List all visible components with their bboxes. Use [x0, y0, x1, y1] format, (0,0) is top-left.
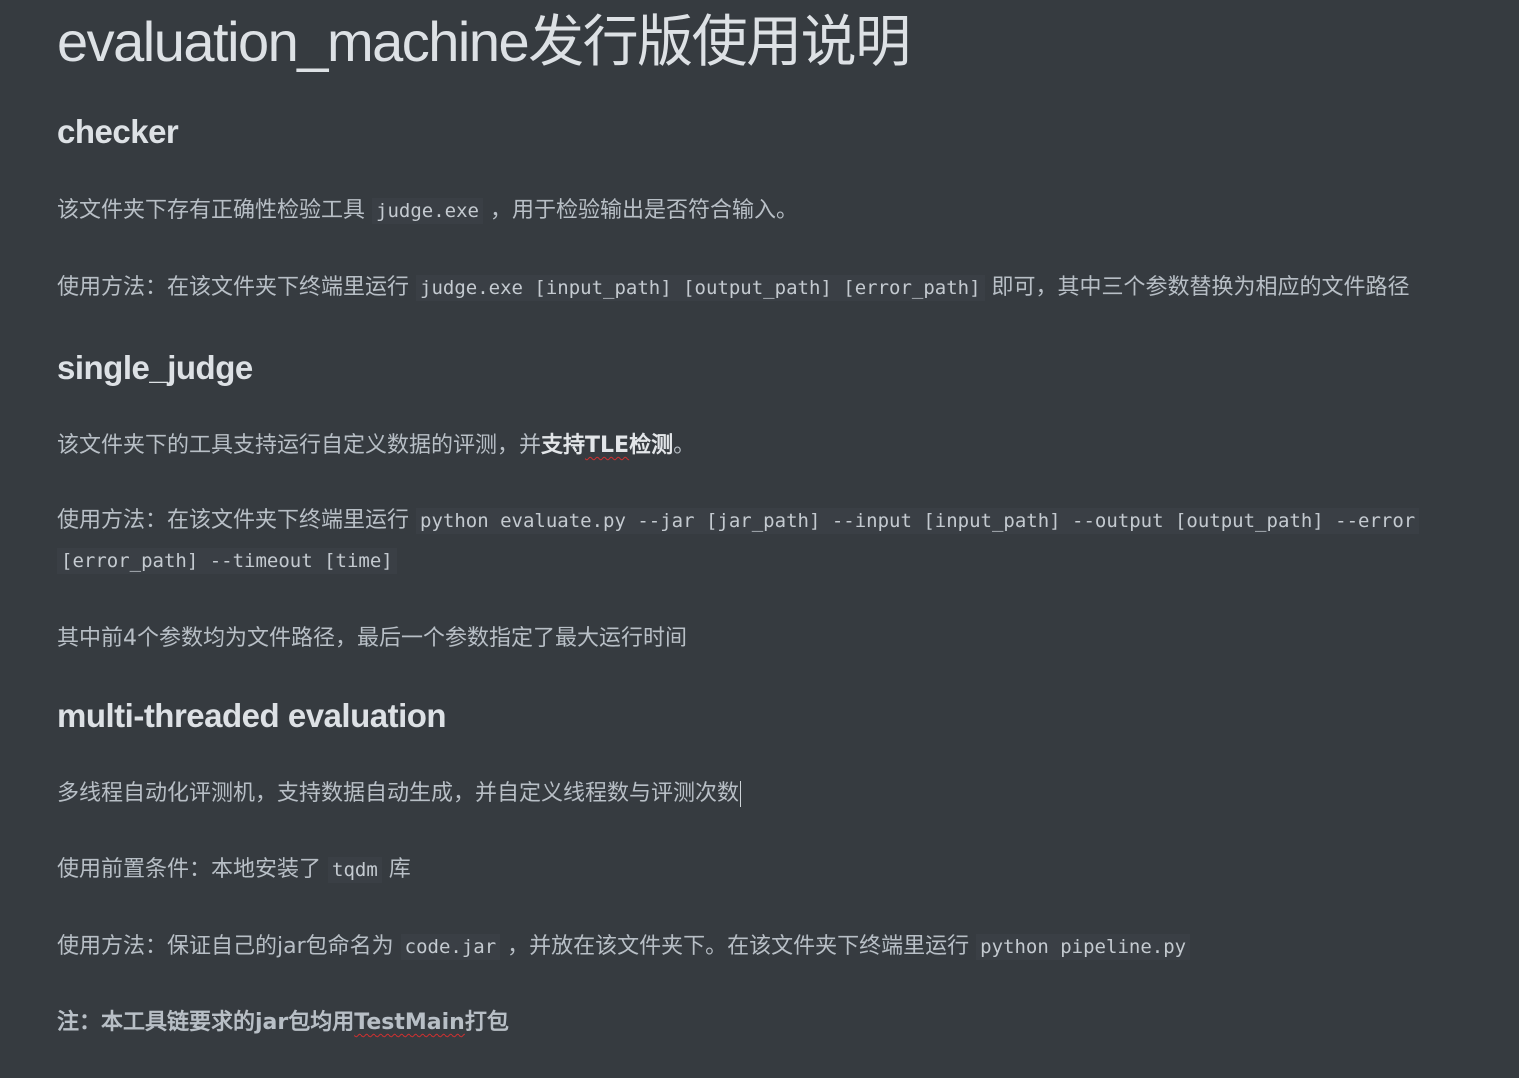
note-paragraph: 注：本工具链要求的jar包均用TestMain打包: [57, 1003, 509, 1043]
inline-code-pipeline: python pipeline.py: [976, 934, 1191, 960]
text-cursor: [740, 781, 742, 807]
heading-multi-threaded: multi-threaded evaluation: [57, 697, 447, 734]
single-judge-paragraph-1: 该文件夹下的工具支持运行自定义数据的评测，并支持TLE检测。: [57, 426, 695, 466]
inline-code-judge-command: judge.exe [input_path] [output_path] [er…: [416, 275, 985, 301]
multi-usage-mid: ，并放在该文件夹下。在该文件夹下终端里运行: [507, 934, 970, 959]
checker-usage-text-end: 即可，其中三个参数替换为相应的文件路径: [991, 275, 1410, 300]
checker-usage-text: 使用方法：在该文件夹下终端里运行: [57, 275, 410, 300]
multi-paragraph-usage: 使用方法：保证自己的jar包命名为 code.jar ，并放在该文件夹下。在该文…: [57, 927, 1191, 967]
multi-prereq-text: 使用前置条件：本地安装了: [57, 857, 322, 882]
bold-support-tle: 支持TLE检测: [541, 433, 674, 458]
note-end: 打包: [464, 1010, 509, 1035]
single-judge-p1-end: 。: [673, 433, 696, 458]
spellcheck-tle: TLE: [585, 433, 630, 458]
single-judge-usage-text: 使用方法：在该文件夹下终端里运行: [57, 508, 410, 533]
spellcheck-testmain: TestMain: [354, 1010, 465, 1035]
checker-p1-text: 该文件夹下存有正确性检验工具: [57, 198, 366, 223]
inline-code-tqdm: tqdm: [328, 857, 382, 883]
checker-paragraph-usage: 使用方法：在该文件夹下终端里运行 judge.exe [input_path] …: [57, 268, 1410, 308]
multi-paragraph-1[interactable]: 多线程自动化评测机，支持数据自动生成，并自定义线程数与评测次数: [57, 774, 742, 814]
inline-code-evaluate-line1: python evaluate.py --jar [jar_path] --in…: [416, 508, 1420, 534]
checker-paragraph-1: 该文件夹下存有正确性检验工具 judge.exe ，用于检验输出是否符合输入。: [57, 191, 798, 231]
checker-p1-text-end: ，用于检验输出是否符合输入。: [489, 198, 798, 223]
single-judge-paragraph-params: 其中前4个参数均为文件路径，最后一个参数指定了最大运行时间: [57, 626, 687, 651]
single-judge-paragraph-usage: 使用方法：在该文件夹下终端里运行 python evaluate.py --ja…: [57, 501, 1420, 581]
multi-usage-text: 使用方法：保证自己的jar包命名为: [57, 934, 394, 959]
multi-p1-text: 多线程自动化评测机，支持数据自动生成，并自定义线程数与评测次数: [57, 781, 740, 806]
single-judge-p1-text: 该文件夹下的工具支持运行自定义数据的评测，并: [57, 433, 542, 458]
note-text: 注：本工具链要求的jar包均用: [57, 1010, 355, 1035]
multi-prereq-end: 库: [388, 857, 411, 882]
inline-code-evaluate-line2: [error_path] --timeout [time]: [57, 548, 397, 574]
inline-code-code-jar: code.jar: [400, 934, 501, 960]
document: evaluation_machine发行版使用说明 checker 该文件夹下存…: [0, 0, 1519, 1078]
inline-code-judge-exe: judge.exe: [372, 198, 483, 224]
heading-single-judge: single_judge: [57, 349, 253, 386]
page-title: evaluation_machine发行版使用说明: [57, 10, 911, 73]
multi-paragraph-prereq: 使用前置条件：本地安装了 tqdm 库: [57, 850, 411, 890]
heading-checker: checker: [57, 113, 179, 150]
